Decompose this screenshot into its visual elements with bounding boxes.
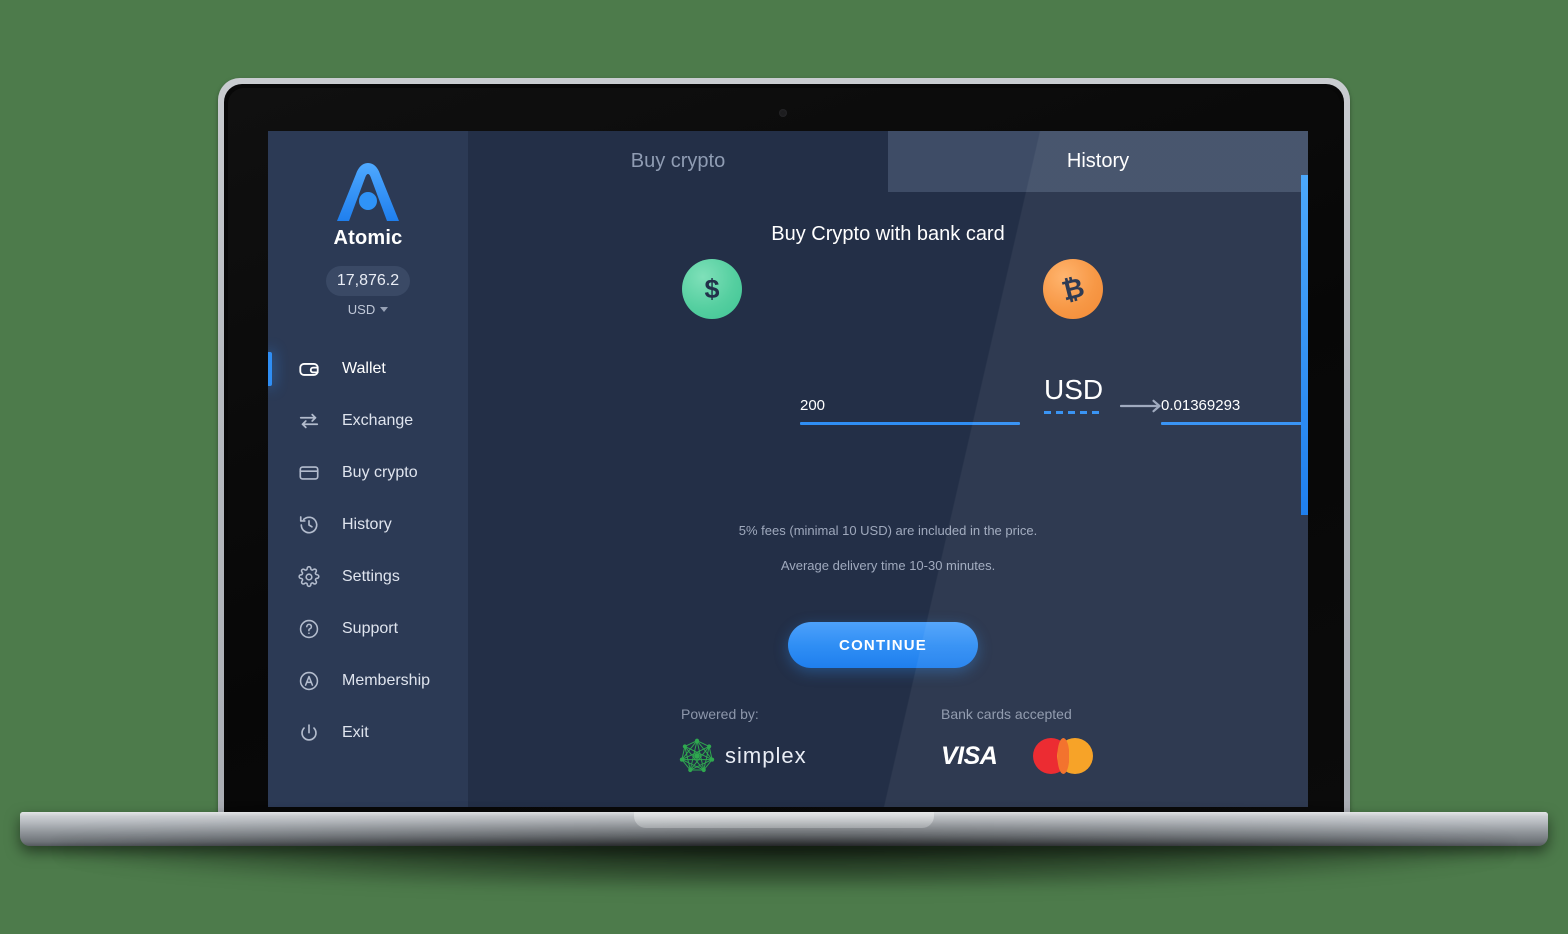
tab-label: Buy crypto xyxy=(630,150,726,172)
from-currency-code: USD xyxy=(1044,374,1104,405)
tab-bar: Buy crypto History xyxy=(468,131,1308,192)
sidebar-item-label: Exchange xyxy=(342,412,414,429)
membership-icon xyxy=(298,670,320,692)
question-icon xyxy=(298,618,320,640)
main-panel: Buy crypto History Buy Crypto with bank … xyxy=(468,131,1308,807)
laptop-mockup: Atomic 17,876.2 USD Wallet Exchange Buy … xyxy=(0,0,1568,934)
dollar-sign-icon: $ xyxy=(705,274,720,304)
sidebar-item-settings[interactable]: Settings xyxy=(268,551,468,603)
mastercard-overlap xyxy=(1057,738,1070,774)
currency-selector[interactable]: USD xyxy=(268,302,468,317)
svg-text:$: $ xyxy=(705,274,720,304)
chevron-down-icon xyxy=(380,307,389,312)
sidebar-item-label: Wallet xyxy=(342,360,386,377)
balance-amount[interactable]: 17,876.2 xyxy=(326,266,410,296)
powered-by-label: Powered by: xyxy=(681,706,759,722)
sidebar-item-support[interactable]: Support xyxy=(268,603,468,655)
from-amount-value: 200 xyxy=(800,397,826,414)
tab-history[interactable]: History xyxy=(888,131,1308,192)
credit-card-icon xyxy=(298,462,320,484)
sidebar-item-label: Exit xyxy=(342,724,369,741)
field-underline xyxy=(800,422,1020,425)
app-screen: Atomic 17,876.2 USD Wallet Exchange Buy … xyxy=(268,131,1308,807)
gear-icon xyxy=(298,566,320,588)
btc-coin-icon: ₿ xyxy=(1043,259,1103,319)
exchange-icon xyxy=(298,410,320,432)
sidebar-item-label: Buy crypto xyxy=(342,464,418,481)
sidebar-item-history[interactable]: History xyxy=(268,499,468,551)
webcam-icon xyxy=(779,109,787,117)
sidebar-item-membership[interactable]: Membership xyxy=(268,655,468,707)
bank-cards-label: Bank cards accepted xyxy=(941,706,1072,722)
tab-label: History xyxy=(1066,150,1130,172)
visa-icon: VISA xyxy=(941,741,998,770)
continue-button[interactable]: CONTINUE xyxy=(788,622,978,668)
simplex-network-icon xyxy=(679,738,715,773)
sidebar-menu: Wallet Exchange Buy crypto History Setti… xyxy=(268,343,468,759)
sidebar-item-label: Membership xyxy=(342,672,431,689)
sidebar-item-wallet[interactable]: Wallet xyxy=(268,343,468,395)
fee-notes: 5% fees (minimal 10 USD) are included in… xyxy=(468,523,1308,573)
to-amount-value: 0.01369293 xyxy=(1161,397,1241,414)
mastercard-icon xyxy=(1033,738,1094,774)
delivery-note: Average delivery time 10-30 minutes. xyxy=(780,558,996,573)
brand-logo-block: Atomic xyxy=(268,131,468,250)
simplex-wordmark: simplex xyxy=(725,743,807,768)
sidebar: Atomic 17,876.2 USD Wallet Exchange Buy … xyxy=(268,131,468,807)
sidebar-item-label: Support xyxy=(342,620,399,637)
sidebar-item-label: Settings xyxy=(342,568,400,585)
page-title: Buy Crypto with bank card xyxy=(771,223,1005,245)
field-underline-dashed xyxy=(1044,411,1102,414)
to-amount-field[interactable]: 0.01369293 xyxy=(1161,397,1308,425)
from-amount-field[interactable]: 200 xyxy=(800,397,1020,425)
svg-text:₿: ₿ xyxy=(1059,272,1088,306)
history-icon xyxy=(298,514,320,536)
sidebar-item-label: History xyxy=(342,516,392,533)
arrow-right-icon xyxy=(1119,399,1164,413)
conversion-row: 200 USD 0.01369293 BTC xyxy=(468,375,1308,441)
sidebar-item-exchange[interactable]: Exchange xyxy=(268,395,468,447)
accepted-cards: VISA xyxy=(941,738,1094,774)
sidebar-item-buy-crypto[interactable]: Buy crypto xyxy=(268,447,468,499)
bitcoin-sign-icon: ₿ xyxy=(1059,272,1088,306)
currency-selector-label: USD xyxy=(347,302,376,317)
vertical-scrollbar[interactable] xyxy=(1301,175,1308,515)
usd-coin-icon: $ xyxy=(682,259,742,319)
field-underline xyxy=(1161,422,1308,425)
sidebar-item-exit[interactable]: Exit xyxy=(268,707,468,759)
tab-buy-crypto[interactable]: Buy crypto xyxy=(468,131,888,192)
fee-note: 5% fees (minimal 10 USD) are included in… xyxy=(738,523,1038,538)
simplex-logo: simplex xyxy=(679,738,807,774)
footer: Powered by: simplex Bank cards accepted … xyxy=(468,706,1308,806)
atomic-logo-icon xyxy=(337,163,399,221)
from-currency-selector[interactable]: USD xyxy=(1044,374,1104,414)
brand-name: Atomic xyxy=(333,227,403,249)
laptop-floor-shadow xyxy=(30,820,1538,890)
power-icon xyxy=(298,722,320,744)
wallet-icon xyxy=(298,358,320,380)
